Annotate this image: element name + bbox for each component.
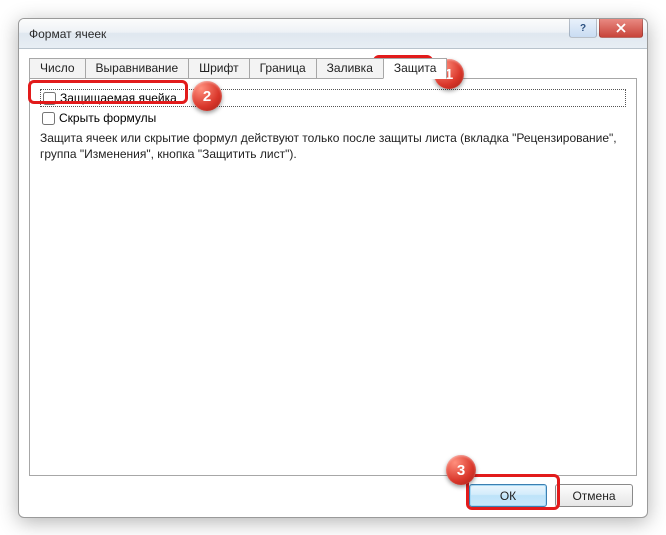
locked-label: Защищаемая ячейка xyxy=(60,91,177,105)
protection-panel: Защищаемая ячейка Скрыть формулы Защита … xyxy=(29,78,637,476)
ok-button[interactable]: ОК xyxy=(469,484,547,507)
format-cells-dialog: Формат ячеек ? Число Выравнивание Шрифт … xyxy=(18,18,648,518)
hidden-checkbox-row[interactable]: Скрыть формулы xyxy=(40,110,626,126)
locked-checkbox[interactable] xyxy=(43,92,56,105)
hidden-label: Скрыть формулы xyxy=(59,111,156,125)
tab-protection[interactable]: Защита xyxy=(383,58,448,79)
tab-font[interactable]: Шрифт xyxy=(188,58,249,79)
tab-number[interactable]: Число xyxy=(29,58,86,79)
dialog-content: Число Выравнивание Шрифт Граница Заливка… xyxy=(19,49,647,517)
dialog-buttons: ОК Отмена xyxy=(29,476,637,507)
hidden-checkbox[interactable] xyxy=(42,112,55,125)
close-button[interactable] xyxy=(599,19,643,38)
help-button[interactable]: ? xyxy=(569,19,597,38)
tab-fill[interactable]: Заливка xyxy=(316,58,384,79)
help-icon: ? xyxy=(580,23,586,34)
locked-checkbox-row[interactable]: Защищаемая ячейка xyxy=(40,89,626,107)
tab-border[interactable]: Граница xyxy=(249,58,317,79)
cancel-button[interactable]: Отмена xyxy=(555,484,633,507)
dialog-title: Формат ячеек xyxy=(29,27,106,41)
window-controls: ? xyxy=(567,19,643,38)
close-icon xyxy=(616,23,626,33)
tab-alignment[interactable]: Выравнивание xyxy=(85,58,190,79)
titlebar[interactable]: Формат ячеек ? xyxy=(19,19,647,49)
protection-hint: Защита ячеек или скрытие формул действую… xyxy=(40,130,626,162)
tab-bar: Число Выравнивание Шрифт Граница Заливка… xyxy=(29,57,637,79)
